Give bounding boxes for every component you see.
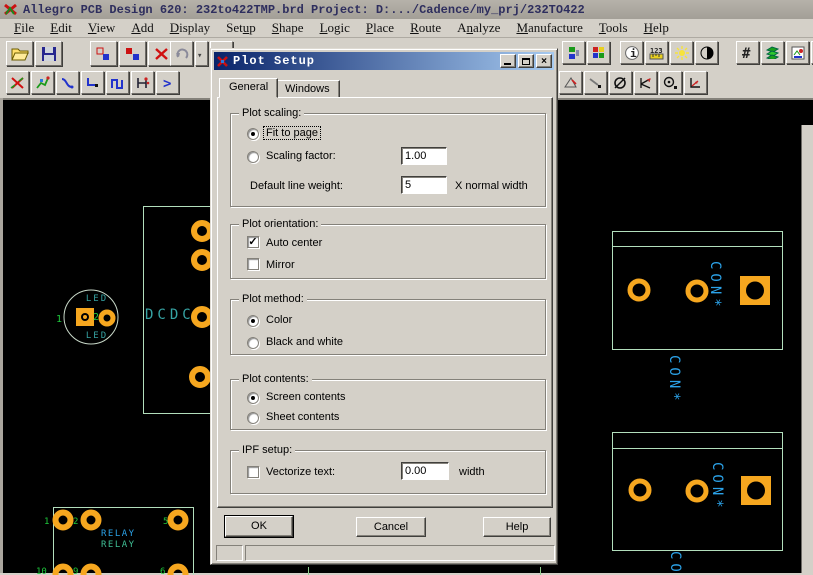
relay-pin-2: 2 bbox=[73, 517, 78, 527]
ok-button[interactable]: OK bbox=[225, 516, 293, 537]
tab-general[interactable]: General bbox=[219, 78, 278, 98]
led-label-bottom: LED bbox=[86, 331, 108, 341]
relay-refdes-teal: RELAY bbox=[101, 540, 136, 550]
dialog-titlebar[interactable]: Plot Setup × bbox=[214, 52, 554, 70]
close-button[interactable]: × bbox=[536, 54, 552, 68]
fit-to-page-label[interactable]: Fit to page bbox=[264, 127, 320, 139]
ipf-setup-label: IPF setup: bbox=[239, 444, 295, 456]
con-bottom-refdes-below: CON* bbox=[667, 551, 683, 575]
dialog-icon bbox=[216, 55, 229, 68]
vectorize-text-checkbox[interactable] bbox=[247, 466, 259, 478]
screen-contents-radio[interactable] bbox=[247, 392, 259, 404]
mirror-label[interactable]: Mirror bbox=[266, 259, 295, 271]
plot-orientation-group: Plot orientation: ✓ Auto center Mirror bbox=[230, 224, 546, 279]
plot-method-label: Plot method: bbox=[239, 293, 307, 305]
relay-pin-1: 1 bbox=[44, 517, 49, 527]
black-white-radio[interactable] bbox=[247, 337, 259, 349]
relay-pin-6: 6 bbox=[160, 567, 165, 575]
tab-windows[interactable]: Windows bbox=[275, 80, 340, 98]
relay-pin-5: 5 bbox=[163, 517, 168, 527]
vectorize-text-label[interactable]: Vectorize text: bbox=[266, 466, 335, 478]
dialog-status-cell bbox=[216, 545, 243, 561]
minimize-button[interactable] bbox=[500, 54, 516, 68]
auto-center-checkbox[interactable]: ✓ bbox=[247, 236, 259, 248]
relay-pin-9: 9 bbox=[73, 567, 78, 575]
dcdc-pad bbox=[194, 252, 210, 268]
led-label-top: LED bbox=[86, 294, 108, 304]
con-bottom-pad bbox=[631, 481, 649, 499]
line-weight-label: Default line weight: bbox=[250, 180, 343, 192]
scaling-factor-radio[interactable] bbox=[247, 151, 259, 163]
relay-pad bbox=[84, 513, 99, 528]
relay-pin-10: 10 bbox=[36, 567, 47, 575]
line-weight-suffix: X normal width bbox=[455, 180, 528, 192]
relay-pad bbox=[56, 513, 71, 528]
con-top-refdes: CON* bbox=[707, 261, 723, 311]
relay-pad bbox=[56, 567, 71, 575]
line-weight-input[interactable] bbox=[401, 176, 447, 194]
sheet-contents-radio[interactable] bbox=[247, 412, 259, 424]
relay-pad bbox=[171, 567, 186, 575]
con-top-pad bbox=[688, 282, 706, 300]
color-label[interactable]: Color bbox=[266, 314, 292, 326]
mirror-checkbox[interactable] bbox=[247, 258, 259, 270]
plot-setup-dialog: Plot Setup × General Windows Plot scalin… bbox=[210, 48, 558, 565]
black-white-label[interactable]: Black and white bbox=[266, 336, 343, 348]
dialog-title: Plot Setup bbox=[233, 54, 498, 68]
relay-pad bbox=[84, 567, 99, 575]
scaling-factor-input[interactable] bbox=[401, 147, 447, 165]
vectorize-width-input[interactable] bbox=[401, 462, 449, 480]
plot-method-group: Plot method: Color Black and white bbox=[230, 299, 546, 355]
con-top-pad-hole bbox=[746, 282, 764, 300]
relay-pad bbox=[171, 513, 186, 528]
dcdc-pad bbox=[192, 369, 208, 385]
fit-to-page-radio[interactable] bbox=[247, 128, 259, 140]
right-panel-strip bbox=[801, 125, 813, 573]
scaling-factor-label[interactable]: Scaling factor: bbox=[266, 150, 336, 162]
led-pin-2: 2 bbox=[93, 312, 99, 323]
dcdc-pad bbox=[194, 309, 210, 325]
dcdc-refdes: DCDC bbox=[145, 307, 195, 323]
plot-scaling-label: Plot scaling: bbox=[239, 107, 304, 119]
plot-scaling-group: Plot scaling: Fit to page Scaling factor… bbox=[230, 113, 546, 207]
con-bottom-pad-hole bbox=[747, 482, 765, 500]
con-top-refdes-below: CON* bbox=[666, 355, 682, 405]
con-top-pad bbox=[630, 281, 648, 299]
led-pad-center bbox=[83, 315, 87, 319]
dcdc-pad bbox=[194, 223, 210, 239]
ipf-setup-group: IPF setup: Vectorize text: width bbox=[230, 450, 546, 494]
led-pin-1: 1 bbox=[56, 314, 62, 325]
con-bottom-pad bbox=[688, 482, 706, 500]
led-round-pad bbox=[101, 312, 113, 324]
screen-contents-label[interactable]: Screen contents bbox=[266, 391, 346, 403]
maximize-button[interactable] bbox=[518, 54, 534, 68]
help-button[interactable]: Help bbox=[483, 517, 551, 537]
con-bottom-refdes: CON* bbox=[709, 462, 725, 512]
left-frame-strip bbox=[0, 98, 3, 573]
dialog-status-bar bbox=[245, 545, 555, 561]
cancel-button[interactable]: Cancel bbox=[356, 517, 426, 537]
vectorize-width-suffix: width bbox=[459, 466, 485, 478]
auto-center-label[interactable]: Auto center bbox=[266, 237, 322, 249]
plot-contents-group: Plot contents: Screen contents Sheet con… bbox=[230, 379, 546, 430]
color-radio[interactable] bbox=[247, 315, 259, 327]
relay-refdes-blue: RELAY bbox=[101, 529, 136, 539]
sheet-contents-label[interactable]: Sheet contents bbox=[266, 411, 339, 423]
plot-contents-label: Plot contents: bbox=[239, 373, 312, 385]
general-tab-panel: Plot scaling: Fit to page Scaling factor… bbox=[217, 97, 553, 508]
plot-orientation-label: Plot orientation: bbox=[239, 218, 321, 230]
